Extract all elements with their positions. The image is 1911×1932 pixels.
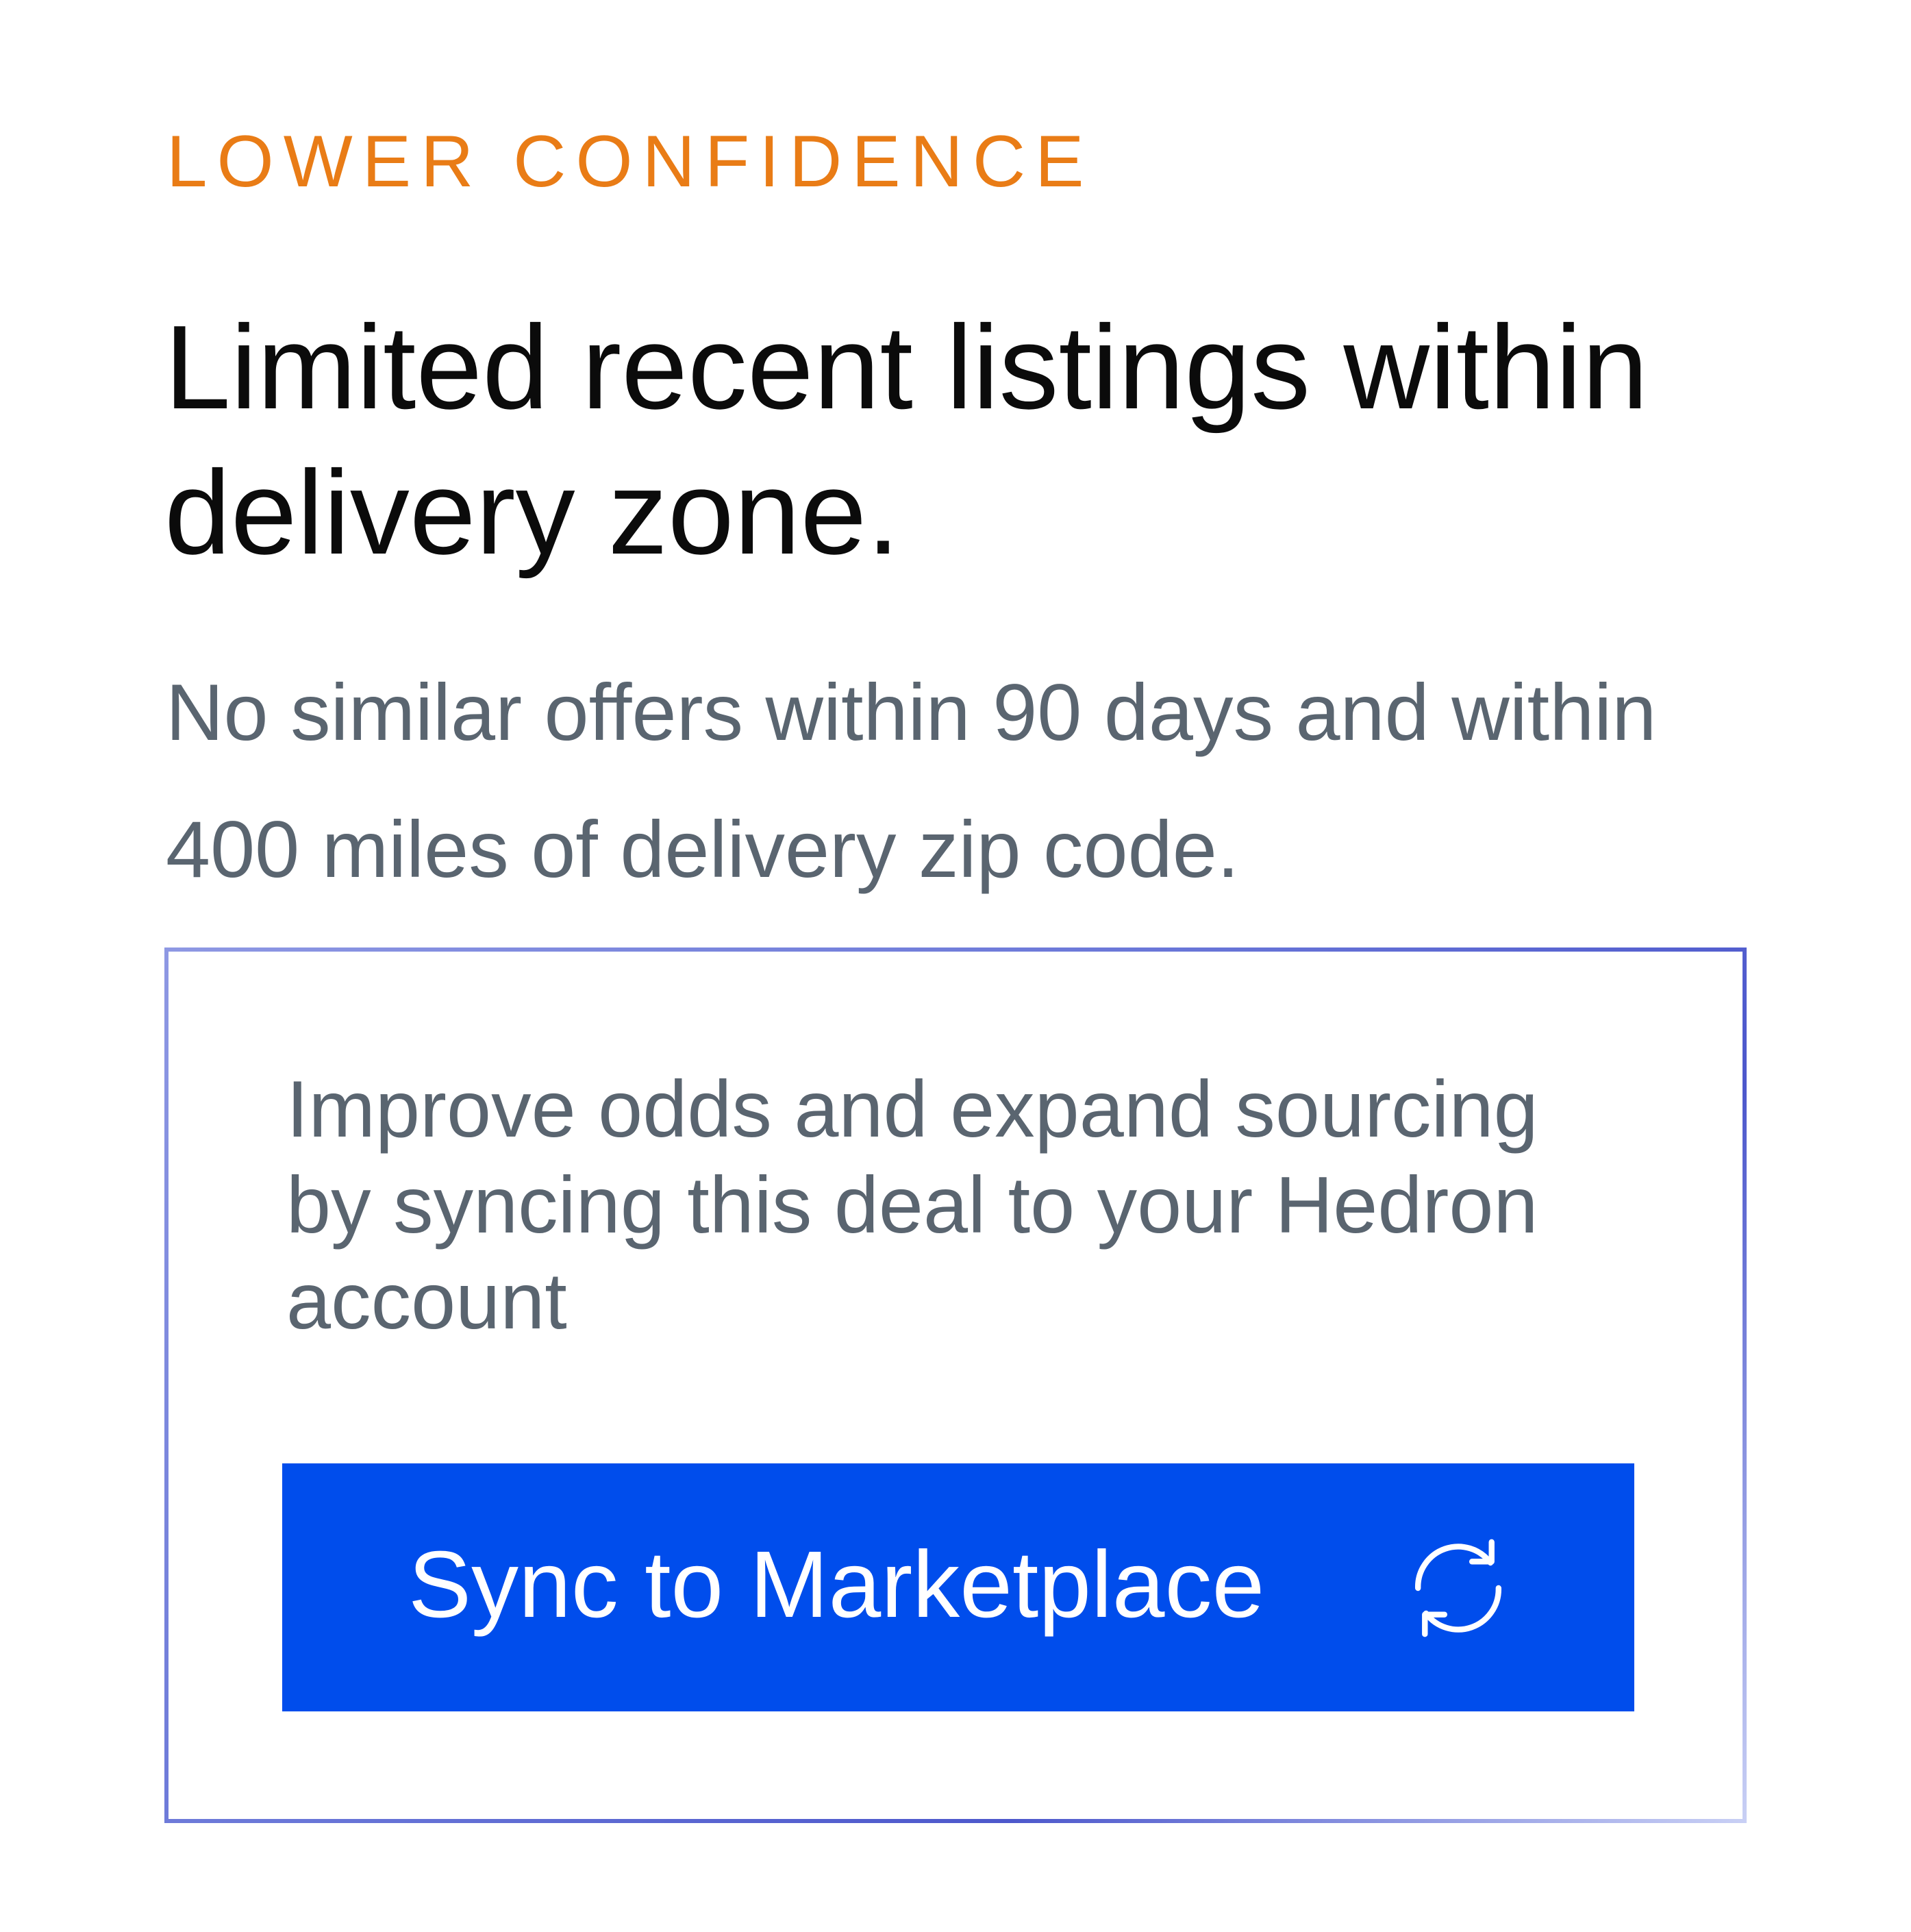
sync-callout-message: Improve odds and expand sourcing by sync… (286, 1064, 1538, 1346)
headline: Limited recent listings within delivery … (164, 300, 1649, 579)
subtext: No similar offers within 90 days and wit… (166, 667, 1657, 894)
sync-callout-body: Improve odds and expand sourcing by sync… (168, 952, 1743, 1819)
sync-callout: Improve odds and expand sourcing by sync… (164, 948, 1747, 1823)
sync-button-label: Sync to Marketplace (408, 1532, 1265, 1637)
confidence-label: LOWER CONFIDENCE (166, 120, 1094, 202)
sync-to-marketplace-button[interactable]: Sync to Marketplace (282, 1463, 1634, 1711)
sync-icon (1414, 1539, 1502, 1637)
